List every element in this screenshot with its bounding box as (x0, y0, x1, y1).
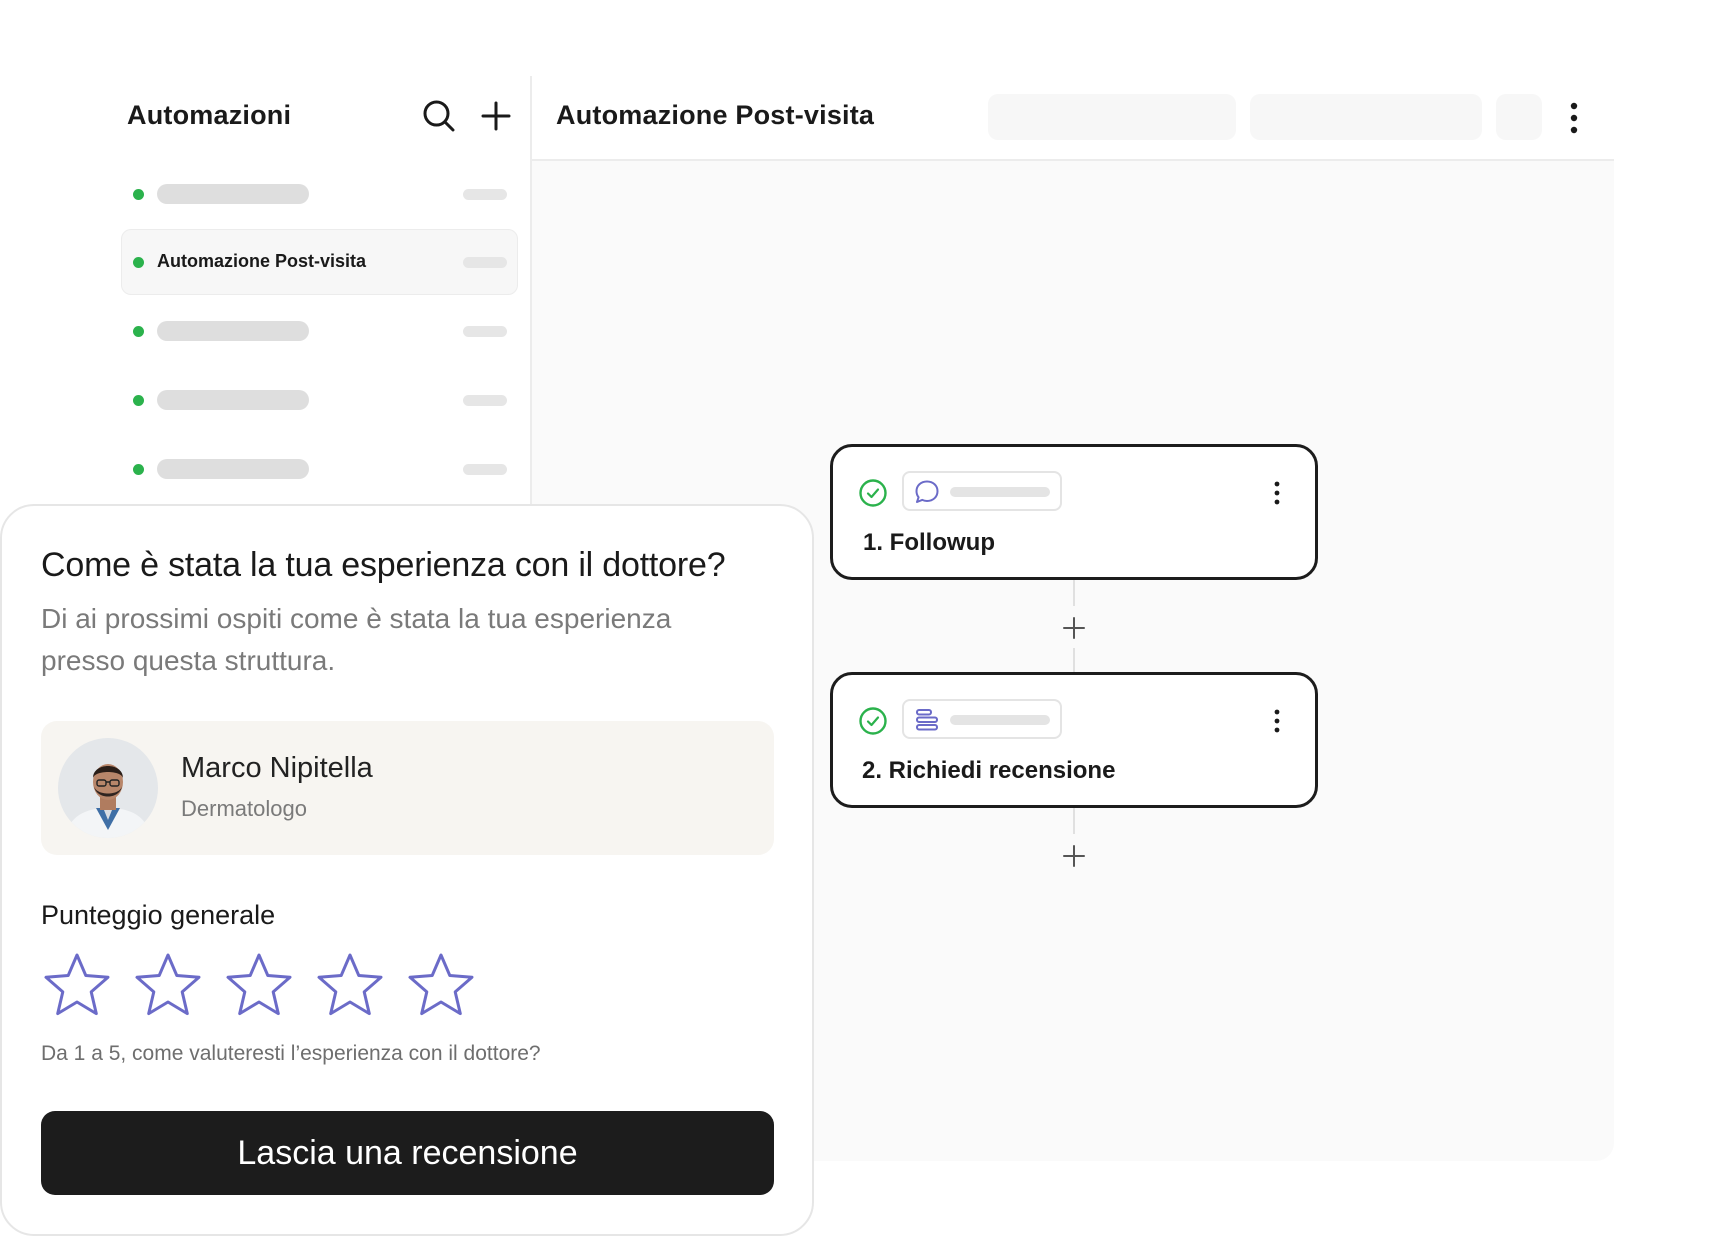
placeholder-bar (950, 715, 1050, 725)
doctor-role: Dermatologo (181, 796, 307, 821)
header-placeholder-2 (1250, 94, 1482, 140)
sidebar-item-5[interactable] (121, 436, 518, 502)
plus-icon[interactable] (478, 98, 514, 134)
sidebar-item-4[interactable] (121, 367, 518, 433)
placeholder-pill (463, 189, 507, 200)
score-label: Punteggio generale (41, 900, 276, 930)
status-dot (133, 189, 144, 200)
star-icon[interactable] (133, 951, 203, 1021)
kebab-menu-icon[interactable] (1269, 707, 1285, 735)
sidebar-item-automazione-post-visita[interactable]: Automazione Post-visita (121, 229, 518, 295)
form-lines-icon (914, 707, 940, 733)
sidebar-item-label: Automazione Post-visita (157, 251, 367, 271)
kebab-menu-icon[interactable] (1562, 100, 1586, 136)
star-icon[interactable] (406, 951, 476, 1021)
step-title: 2. Richiedi recensione (862, 757, 1116, 784)
status-dot (133, 464, 144, 475)
flow-connector (1073, 808, 1075, 834)
placeholder-pill (463, 395, 507, 406)
placeholder-pill (463, 326, 507, 337)
avatar (58, 738, 158, 838)
status-dot (133, 326, 144, 337)
step-type-chip (902, 471, 1062, 511)
flow-connector (1073, 580, 1075, 606)
placeholder-bar (157, 184, 309, 204)
plus-icon[interactable] (1060, 614, 1088, 642)
leave-review-button[interactable]: Lascia una recensione (41, 1111, 774, 1195)
check-circle-icon (858, 706, 888, 736)
star-icon[interactable] (224, 951, 294, 1021)
sidebar-title: Automazioni (127, 100, 292, 130)
doctor-name: Marco Nipitella (181, 752, 373, 784)
flow-step-followup[interactable]: 1. Followup (830, 444, 1318, 580)
review-question: Come è stata la tua esperienza con il do… (41, 546, 726, 584)
kebab-menu-icon[interactable] (1269, 479, 1285, 507)
placeholder-bar (157, 459, 309, 479)
placeholder-bar (157, 321, 309, 341)
header-placeholder-3 (1496, 94, 1542, 140)
placeholder-bar (950, 487, 1050, 497)
page-title: Automazione Post-visita (556, 100, 875, 130)
review-subtitle: Di ai prossimi ospiti come è stata la tu… (41, 603, 672, 676)
step-title: 1. Followup (863, 529, 995, 556)
plus-icon[interactable] (1060, 842, 1088, 870)
flow-connector (1073, 648, 1075, 672)
placeholder-pill (463, 464, 507, 475)
status-dot (133, 257, 144, 268)
sidebar-item-3[interactable] (121, 298, 518, 364)
header-placeholder-1 (988, 94, 1236, 140)
chat-bubble-icon (914, 479, 940, 505)
check-circle-icon (858, 478, 888, 508)
star-icon[interactable] (42, 951, 112, 1021)
placeholder-bar (157, 390, 309, 410)
rating-hint: Da 1 a 5, come valuteresti l’esperienza … (41, 1042, 541, 1065)
placeholder-pill (463, 257, 507, 268)
sidebar-item-1[interactable] (121, 161, 518, 227)
star-icon[interactable] (315, 951, 385, 1021)
status-dot (133, 395, 144, 406)
flow-step-richiedi-recensione[interactable]: 2. Richiedi recensione (830, 672, 1318, 808)
step-type-chip (902, 699, 1062, 739)
search-icon[interactable] (421, 98, 457, 134)
